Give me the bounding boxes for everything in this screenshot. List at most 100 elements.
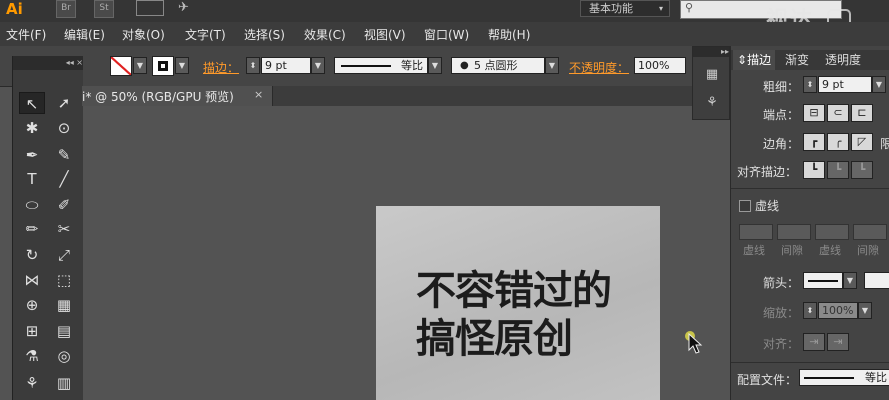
menu-window[interactable]: 窗口(W) — [424, 26, 469, 43]
menu-object[interactable]: 对象(O) — [122, 26, 165, 43]
graph-tool-icon[interactable]: ▥ — [51, 372, 77, 394]
direct-selection-tool-icon[interactable]: ➚ — [51, 92, 77, 114]
arrowhead-end-select[interactable] — [864, 272, 889, 289]
workspace-label: 基本功能 — [589, 2, 633, 15]
menu-effect[interactable]: 效果(C) — [304, 26, 346, 43]
type-tool-icon[interactable]: T — [19, 168, 45, 190]
eyedropper-tool-icon[interactable]: ⚗ — [19, 345, 45, 367]
arrow-tip-beyond-button[interactable]: ⇥ — [803, 333, 825, 351]
tools-panel-header[interactable]: ◂◂ × — [13, 56, 83, 70]
brush-dropdown[interactable]: ▼ — [545, 57, 559, 74]
pen-tool-icon[interactable]: ✒ — [19, 144, 45, 166]
dash-field-2[interactable] — [815, 224, 849, 240]
menu-select[interactable]: 选择(S) — [244, 26, 285, 43]
arrow-tip-at-end-button[interactable]: ⇥ — [827, 333, 849, 351]
round-cap-button[interactable]: ⊂ — [827, 104, 849, 122]
line-tool-icon[interactable]: ╱ — [51, 168, 77, 190]
gpu-performance-icon[interactable]: ✈ — [178, 0, 189, 15]
selection-tool-icon[interactable]: ↖ — [19, 92, 45, 114]
menu-file[interactable]: 文件(F) — [6, 26, 46, 43]
weight-stepper[interactable]: ⬍ — [803, 76, 817, 93]
gap-field-1[interactable] — [777, 224, 811, 240]
dashed-line-label: 虚线 — [755, 199, 780, 213]
gap-label-1: 间隙 — [781, 244, 803, 257]
stroke-label[interactable]: 描边： — [203, 59, 239, 76]
variable-width-profile[interactable]: 等比 — [334, 57, 428, 74]
close-icon[interactable]: × — [254, 88, 263, 101]
dashed-line-checkbox[interactable] — [739, 200, 751, 212]
menu-type[interactable]: 文字(T) — [185, 26, 226, 43]
profile-select[interactable]: 等比 — [799, 369, 889, 386]
scale-stepper[interactable]: ⬍ — [803, 302, 817, 319]
title-bar: Ai Br St ✈ 基本功能 ▾ ⚲ 视达 — [0, 0, 889, 33]
opacity-field[interactable]: 100% — [634, 57, 686, 74]
corner-label: 边角： — [763, 137, 800, 151]
paintbrush-tool-icon[interactable]: ✐ — [51, 194, 77, 216]
lasso-tool-icon[interactable]: ⊙ — [51, 117, 77, 139]
fill-dropdown[interactable]: ▼ — [133, 57, 147, 74]
tab-transparency[interactable]: 透明度 — [821, 50, 865, 70]
scale-tool-icon[interactable]: ⤢ — [51, 244, 77, 266]
butt-cap-button[interactable]: ⊟ — [803, 104, 825, 122]
fill-swatch[interactable] — [110, 56, 132, 76]
control-bar: ▼ ▼ 描边： ⬍ 9 pt ▼ 等比 ▼ ● 5 点圆形 ▼ 不透明度： 10… — [0, 46, 700, 87]
rotate-tool-icon[interactable]: ↻ — [19, 244, 45, 266]
miter-join-button[interactable]: ┏ — [803, 133, 825, 151]
ellipse-tool-icon[interactable]: ⬭ — [19, 194, 45, 216]
gap-field-2[interactable] — [853, 224, 887, 240]
swatches-panel-icon[interactable]: ▦ — [701, 67, 723, 85]
gap-label-2: 间隙 — [857, 244, 879, 257]
stroke-weight-dropdown[interactable]: ▼ — [311, 57, 325, 74]
gradient-tool-icon[interactable]: ▤ — [51, 320, 77, 342]
document-tab[interactable]: i* @ 50% (RGB/GPU 预览) × — [82, 86, 273, 106]
menu-edit[interactable]: 编辑(E) — [64, 26, 105, 43]
arrowhead-line — [808, 280, 838, 282]
menu-bar: 文件(F) 编辑(E) 对象(O) 文字(T) 选择(S) 效果(C) 视图(V… — [0, 22, 889, 46]
brushes-panel-icon[interactable]: ⚘ — [701, 95, 723, 113]
mesh-tool-icon[interactable]: ⊞ — [19, 320, 45, 342]
artwork-paper[interactable]: 不容错过的 搞怪原创 — [376, 206, 660, 400]
weight-dropdown[interactable]: ▼ — [872, 76, 886, 93]
limit-label-partial: 限 — [880, 137, 889, 151]
brush-dot-icon: ● — [460, 60, 469, 71]
stroke-swatch[interactable] — [152, 56, 174, 76]
stroke-weight-stepper[interactable]: ⬍ — [246, 57, 260, 74]
menu-view[interactable]: 视图(V) — [364, 26, 406, 43]
dock-collapse-icon[interactable]: ▸▸ — [693, 47, 729, 57]
symbol-sprayer-tool-icon[interactable]: ⚘ — [19, 372, 45, 394]
pencil-tool-icon[interactable]: ✏ — [19, 218, 45, 240]
width-tool-icon[interactable]: ⋈ — [19, 269, 45, 291]
tab-stroke[interactable]: ⇕描边 — [733, 50, 776, 70]
align-outside-button[interactable]: ┗ — [851, 161, 873, 179]
scissors-tool-icon[interactable]: ✂ — [51, 218, 77, 240]
align-center-button[interactable]: ┗ — [803, 161, 825, 179]
round-join-button[interactable]: ╭ — [827, 133, 849, 151]
scale-field[interactable]: 100% — [818, 302, 858, 319]
opacity-label[interactable]: 不透明度： — [569, 59, 629, 76]
profile-dropdown[interactable]: ▼ — [428, 57, 442, 74]
blend-tool-icon[interactable]: ◎ — [51, 345, 77, 367]
scale-dropdown[interactable]: ▼ — [858, 302, 872, 319]
magic-wand-tool-icon[interactable]: ✱ — [19, 117, 45, 139]
tab-gradient[interactable]: 渐变 — [781, 50, 813, 70]
shape-builder-tool-icon[interactable]: ⊕ — [19, 294, 45, 316]
bridge-button[interactable]: Br — [56, 0, 76, 18]
stroke-dropdown[interactable]: ▼ — [175, 57, 189, 74]
menu-help[interactable]: 帮助(H) — [488, 26, 530, 43]
curvature-tool-icon[interactable]: ✎ — [51, 144, 77, 166]
weight-field[interactable]: 9 pt — [818, 76, 872, 93]
projecting-cap-button[interactable]: ⊏ — [851, 104, 873, 122]
stock-button[interactable]: St — [94, 0, 114, 18]
arrowhead-start-dropdown[interactable]: ▼ — [843, 272, 857, 289]
arrange-documents-icon[interactable] — [136, 0, 164, 16]
arrowhead-start-select[interactable] — [803, 272, 843, 289]
bevel-join-button[interactable]: ◸ — [851, 133, 873, 151]
align-stroke-label: 对齐描边： — [737, 165, 798, 179]
align-inside-button[interactable]: ┗ — [827, 161, 849, 179]
stroke-weight-field[interactable]: 9 pt — [261, 57, 311, 74]
perspective-grid-tool-icon[interactable]: ▦ — [51, 294, 77, 316]
workspace-switcher[interactable]: 基本功能 ▾ — [580, 0, 670, 17]
dash-field-1[interactable] — [739, 224, 773, 240]
free-transform-tool-icon[interactable]: ⬚ — [51, 269, 77, 291]
brush-definition[interactable]: ● 5 点圆形 — [451, 57, 545, 74]
